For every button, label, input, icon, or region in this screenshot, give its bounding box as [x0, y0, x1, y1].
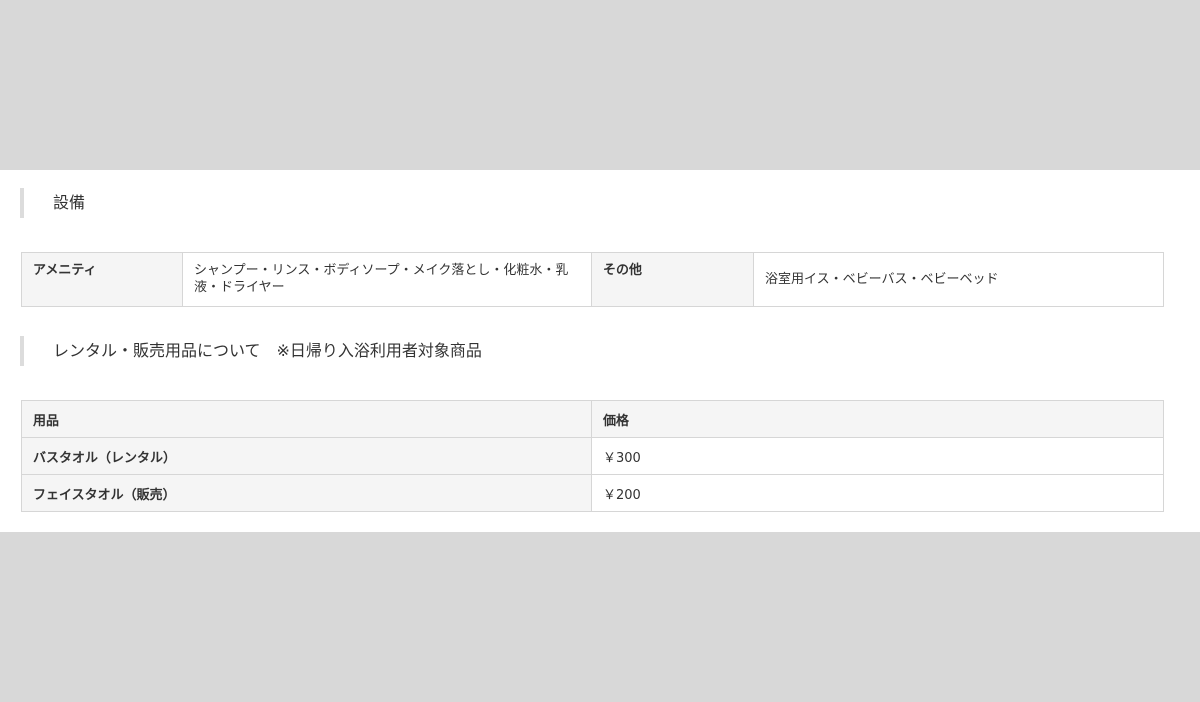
- rental-table: 用品 価格 バスタオル（レンタル） ￥300 フェイスタオル（販売） ￥200: [21, 400, 1164, 512]
- item-cell: バスタオル（レンタル）: [21, 437, 592, 475]
- amenity-value: シャンプー・リンス・ボディソープ・メイク落とし・化粧水・乳液・ドライヤー: [182, 252, 592, 307]
- facilities-heading: 設備: [20, 188, 85, 218]
- table-header-row: 用品 価格: [21, 400, 1164, 438]
- table-row: バスタオル（レンタル） ￥300: [21, 437, 1164, 475]
- price-cell: ￥200: [591, 474, 1164, 512]
- content-panel: 設備 アメニティ シャンプー・リンス・ボディソープ・メイク落とし・化粧水・乳液・…: [0, 170, 1200, 532]
- price-cell: ￥300: [591, 437, 1164, 475]
- column-header-price: 価格: [591, 400, 1164, 438]
- column-header-item: 用品: [21, 400, 592, 438]
- rental-heading: レンタル・販売用品について ※日帰り入浴利用者対象商品: [20, 336, 482, 366]
- item-cell: フェイスタオル（販売）: [21, 474, 592, 512]
- table-row: アメニティ シャンプー・リンス・ボディソープ・メイク落とし・化粧水・乳液・ドライ…: [21, 252, 1164, 307]
- table-row: フェイスタオル（販売） ￥200: [21, 474, 1164, 512]
- amenity-label: アメニティ: [21, 252, 183, 307]
- other-value: 浴室用イス・ベビーバス・ベビーベッド: [753, 252, 1164, 307]
- other-label: その他: [591, 252, 754, 307]
- facilities-table: アメニティ シャンプー・リンス・ボディソープ・メイク落とし・化粧水・乳液・ドライ…: [21, 252, 1164, 307]
